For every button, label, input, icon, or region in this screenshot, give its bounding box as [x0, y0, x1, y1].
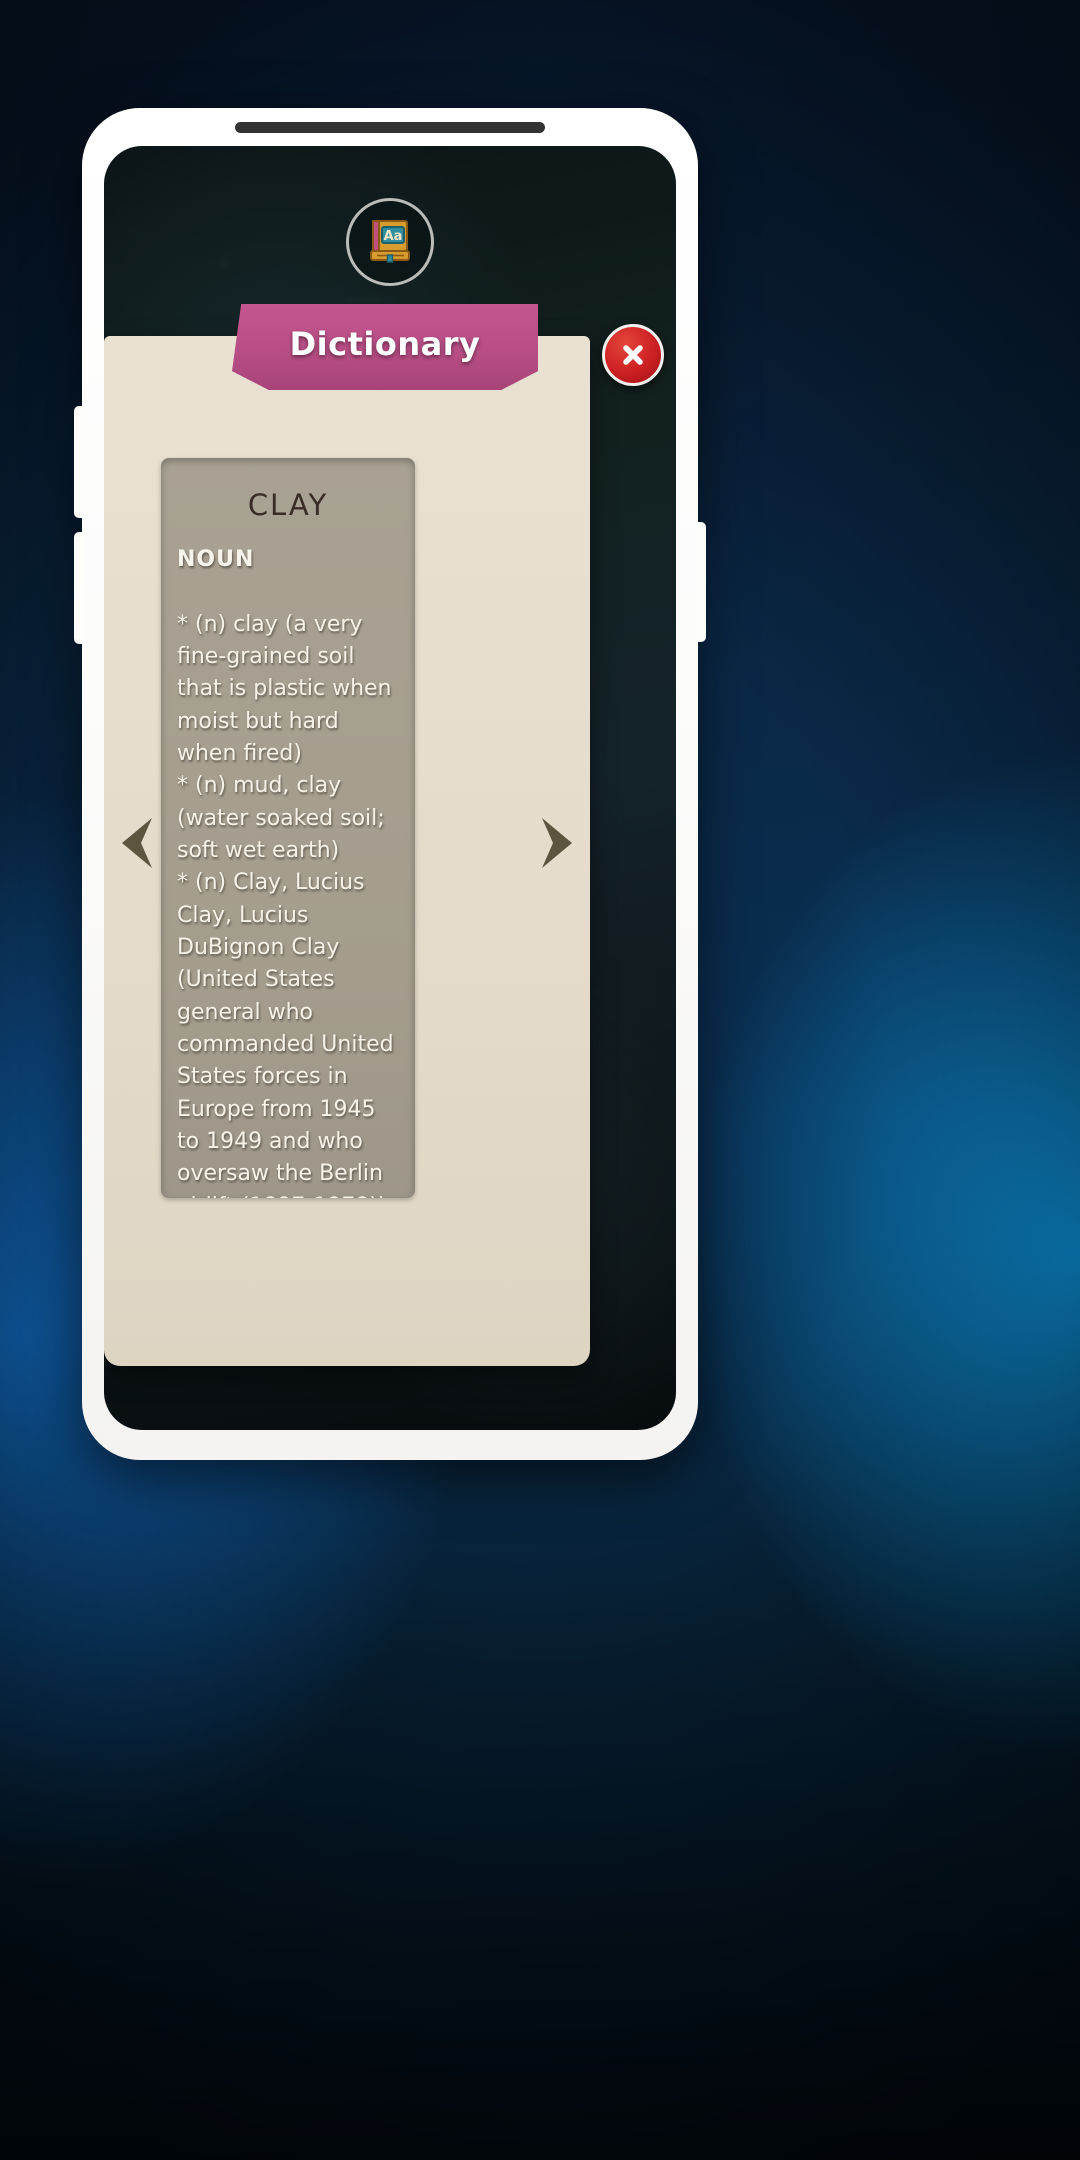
definition-text: * (n) clay (a very fine-grained soil tha…	[177, 611, 394, 1198]
page-title: Dictionary	[289, 325, 481, 363]
phone-speaker-grille	[235, 122, 545, 133]
dictionary-title-banner: Dictionary	[232, 304, 538, 390]
definition-card: CLAY NOUN * (n) clay (a very fine-graine…	[161, 458, 415, 1198]
phone-screen: Aa Dictionary CLAY NOUN * (n) clay (a ve…	[104, 146, 676, 1430]
volume-down-button[interactable]	[74, 532, 84, 644]
chevron-right-icon	[542, 818, 572, 868]
dictionary-book-icon[interactable]: Aa	[346, 198, 434, 286]
power-button[interactable]	[696, 522, 706, 642]
chevron-left-icon	[122, 818, 152, 868]
dictionary-book-glyph: Aa	[370, 220, 410, 263]
phone-frame: Aa Dictionary CLAY NOUN * (n) clay (a ve…	[74, 108, 706, 1460]
close-icon	[623, 345, 643, 365]
dictionary-panel: Dictionary CLAY NOUN * (n) clay (a very …	[104, 304, 664, 1366]
next-word-arrow[interactable]	[540, 816, 580, 870]
word-heading: CLAY	[247, 488, 329, 522]
volume-up-button[interactable]	[74, 406, 84, 518]
part-of-speech-label: NOUN	[177, 547, 255, 572]
previous-word-arrow[interactable]	[114, 816, 154, 870]
definition-body: NOUN * (n) clay (a very fine-grained soi…	[161, 544, 415, 1198]
close-button[interactable]	[602, 324, 664, 386]
svg-text:Aa: Aa	[384, 229, 403, 244]
